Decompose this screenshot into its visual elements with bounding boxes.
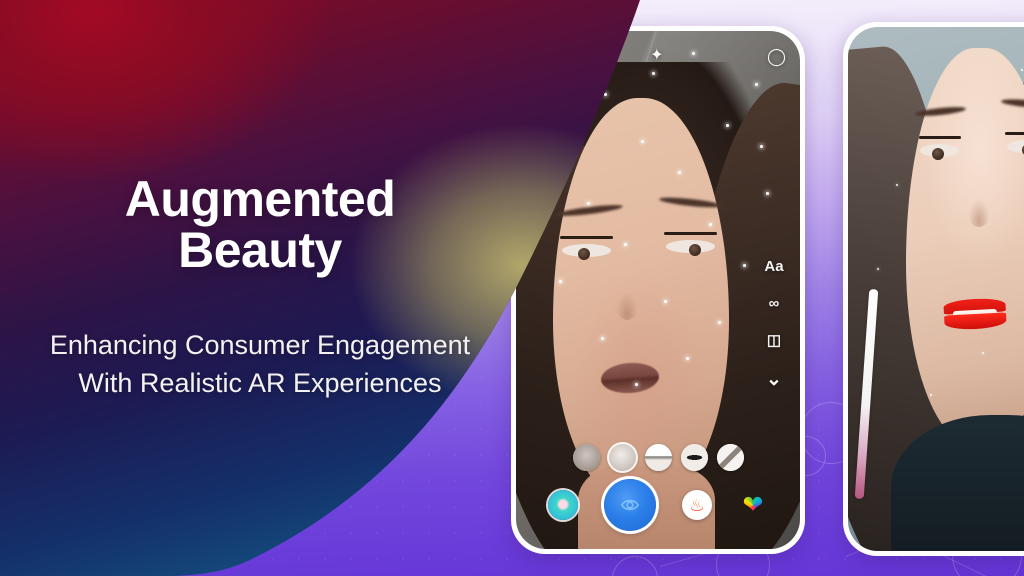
iris-left [577,247,590,260]
iris-left [932,147,945,160]
flame-icon[interactable]: ♨ [682,490,712,520]
lens-thumb-1[interactable] [572,444,600,471]
lens-thumb-5[interactable] [716,444,744,471]
eyelash-right [663,231,717,235]
sparkle [929,393,932,396]
phone-mockup-lipstick [843,22,1024,556]
shutter-button[interactable] [604,479,656,531]
color-orb-icon[interactable] [548,490,578,520]
lens-glyph-icon [620,499,640,511]
chevron-down-icon[interactable]: ⌄ [766,370,782,389]
page-subtitle: Enhancing Consumer Engagement With Reali… [49,329,471,398]
layout-split-icon[interactable]: ◫ [767,333,781,348]
eyelash-left [559,235,613,239]
model-face [552,98,729,503]
slide-canvas: ✕ ✦ ◯ Aa ∞ ◫ ⌄ [0,0,1024,576]
lens-thumb-art [680,444,708,471]
sparkle [1020,68,1023,71]
phone-two-screen [848,27,1024,551]
nose [968,199,991,228]
flash-icon[interactable]: ✦ [650,48,663,64]
camera-bottom-bar: ♨ ❤ [516,479,800,531]
eyelash-right [1005,131,1024,135]
camera-side-tools: Aa ∞ ◫ ⌄ [758,259,790,389]
eyebrow-left [556,203,624,219]
sparkle [876,268,879,271]
eyelash-left [918,135,961,139]
lens-thumb-art [608,444,636,471]
lens-thumb-art [644,444,672,471]
lens-thumb-art [716,444,744,471]
text-tool-icon[interactable]: Aa [764,259,783,274]
loop-infinity-icon[interactable]: ∞ [769,296,780,311]
title-line-2: Beauty [178,221,342,278]
hero-text-block: Augmented Beauty Enhancing Consumer Enga… [0,0,520,576]
nose [616,292,639,321]
eyebrow-right [1000,97,1024,109]
rainbow-heart-icon[interactable]: ❤ [738,490,768,520]
ar-red-lips [943,297,1007,332]
iris-right [688,243,701,256]
page-title: Augmented Beauty [124,170,396,278]
lens-thumb-4[interactable] [680,444,708,471]
eyebrow-right [658,196,723,210]
lens-thumb-2[interactable] [608,444,636,471]
title-line-1: Augmented [124,170,396,227]
lens-thumb-3[interactable] [644,444,672,471]
settings-circle-icon[interactable]: ◯ [767,48,786,65]
lens-carousel[interactable] [516,444,800,471]
flame-glyph: ♨ [689,495,705,515]
ar-lipstick-scene [848,27,1024,551]
lens-thumb-art [572,444,600,471]
heart-glyph: ❤ [742,490,764,519]
